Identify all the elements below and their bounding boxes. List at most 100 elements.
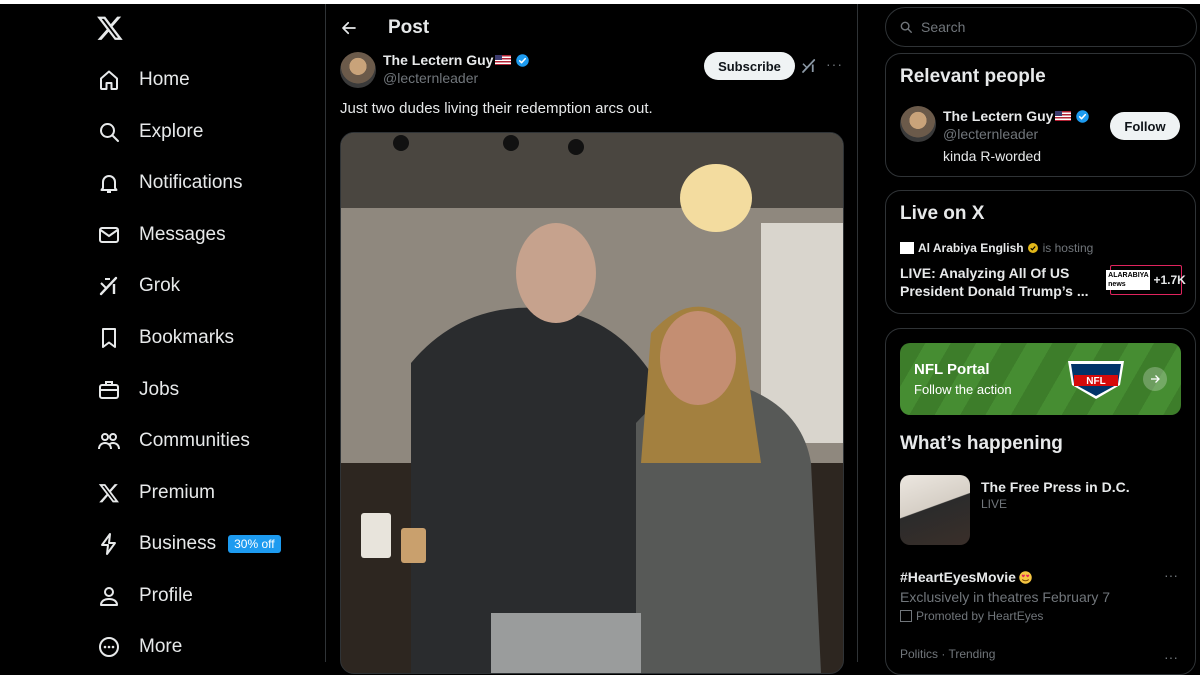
divider [857, 4, 858, 662]
person-name[interactable]: The Lectern Guy [943, 108, 1053, 124]
nav-label: Home [139, 69, 190, 90]
host-avatar-icon [900, 242, 914, 254]
nav-label: Profile [139, 585, 193, 606]
author-handle[interactable]: @lecternleader [383, 70, 530, 86]
nav-bookmarks[interactable]: Bookmarks [96, 318, 234, 358]
discount-badge: 30% off [228, 535, 281, 553]
more-options-icon[interactable]: ··· [1164, 649, 1178, 665]
person-info[interactable]: The Lectern Guy @lecternleader kinda R-w… [943, 108, 1090, 164]
nav-home[interactable]: Home [96, 60, 190, 100]
divider [325, 4, 326, 662]
channel-logo: ALARABIYA news [1106, 270, 1151, 290]
nav-label: Bookmarks [139, 327, 235, 348]
search-icon [96, 119, 122, 145]
search-input[interactable] [919, 18, 1183, 36]
verified-badge-icon [1075, 109, 1090, 124]
listener-count[interactable]: ALARABIYA news +1.7K [1106, 265, 1186, 295]
nav-messages[interactable]: Messages [96, 215, 226, 255]
nav-grok[interactable]: Grok [96, 266, 180, 306]
promoted-icon [900, 610, 912, 622]
post-image[interactable] [340, 132, 844, 674]
event-thumbnail[interactable] [900, 475, 970, 545]
back-arrow-icon[interactable] [340, 19, 358, 37]
trending-hashtag[interactable]: #HeartEyesMovie [900, 569, 1033, 585]
nav-communities[interactable]: Communities [96, 421, 250, 461]
nav-label: Messages [139, 224, 226, 245]
author-name[interactable]: The Lectern Guy [383, 52, 493, 68]
person-icon [96, 583, 122, 609]
promoted-text: Promoted by HeartEyes [916, 609, 1044, 623]
person-handle[interactable]: @lecternleader [943, 126, 1090, 142]
live-stream-title[interactable]: LIVE: Analyzing All Of US President Dona… [900, 264, 1100, 300]
bookmark-icon [96, 325, 122, 351]
more-circle-icon [96, 634, 122, 660]
live-on-x-card: Live on X Al Arabiya English is hosting … [885, 190, 1196, 314]
heart-eyes-emoji-icon [1018, 570, 1033, 585]
nav-profile[interactable]: Profile [96, 576, 193, 616]
nfl-portal-banner[interactable]: NFL Portal Follow the action NFL [900, 343, 1181, 415]
nav-label: Grok [139, 275, 181, 296]
hashtag-description: Exclusively in theatres February 7 [900, 589, 1111, 605]
hosting-text: is hosting [1042, 241, 1094, 255]
live-event-status: LIVE [981, 497, 1008, 511]
nav-more[interactable]: More [96, 627, 182, 667]
top-edge [0, 0, 1200, 4]
verified-badge-icon [515, 53, 530, 68]
live-host[interactable]: Al Arabiya English is hosting [900, 241, 1093, 255]
nav-label: Premium [139, 482, 216, 503]
post-author[interactable]: The Lectern Guy @lecternleader [383, 52, 530, 86]
host-name[interactable]: Al Arabiya English [918, 241, 1024, 255]
nfl-logo-text: NFL [1086, 376, 1105, 387]
lightning-icon [96, 531, 122, 557]
avatar[interactable] [900, 106, 936, 142]
nav-premium[interactable]: Premium [96, 473, 215, 513]
briefcase-icon [96, 377, 122, 403]
nav-business[interactable]: Business 30% off [96, 524, 281, 564]
live-event-name[interactable]: The Free Press in D.C. [981, 479, 1130, 495]
nav-label: Jobs [139, 379, 180, 400]
verified-gold-icon [1027, 242, 1039, 254]
card-title: Live on X [900, 203, 985, 224]
more-options-icon[interactable]: ··· [1164, 567, 1178, 583]
arrow-right-icon[interactable] [1143, 367, 1167, 391]
hashtag-text[interactable]: #HeartEyesMovie [900, 569, 1016, 585]
avatar[interactable] [340, 52, 376, 88]
nav-label: Notifications [139, 172, 243, 193]
grok-icon[interactable] [800, 57, 818, 75]
person-bio: kinda R-worded [943, 148, 1042, 164]
nav-label: More [139, 636, 183, 657]
nav-label: Business [139, 533, 217, 554]
post-text: Just two dudes living their redemption a… [340, 100, 653, 117]
envelope-icon [96, 222, 122, 248]
nav-label: Explore [139, 121, 204, 142]
nav-notifications[interactable]: Notifications [96, 163, 243, 203]
page-title: Post [388, 17, 430, 38]
follow-button[interactable]: Follow [1110, 112, 1180, 140]
subscribe-button[interactable]: Subscribe [704, 52, 795, 80]
search-icon [899, 20, 913, 34]
whats-happening-card: NFL Portal Follow the action NFL What’s … [885, 328, 1196, 675]
us-flag-icon [495, 55, 512, 65]
card-title: Relevant people [900, 66, 1046, 87]
nav-explore[interactable]: Explore [96, 112, 203, 152]
more-options-icon[interactable]: ··· [826, 56, 843, 72]
x-logo-icon[interactable] [96, 14, 126, 44]
home-icon [96, 67, 122, 93]
nfl-shield-icon: NFL [1060, 357, 1132, 401]
bell-icon [96, 170, 122, 196]
us-flag-icon [1055, 111, 1072, 121]
nav-jobs[interactable]: Jobs [96, 370, 179, 410]
x-logo-icon [96, 480, 122, 506]
search-box[interactable] [885, 7, 1197, 47]
promoted-label: Promoted by HeartEyes [900, 609, 1043, 623]
nfl-subtitle: Follow the action [914, 382, 1012, 397]
people-icon [96, 428, 122, 454]
nav-label: Communities [139, 430, 250, 451]
card-title: What’s happening [900, 433, 1063, 454]
relevant-people-card: Relevant people The Lectern Guy @lectern… [885, 53, 1196, 177]
grok-icon [96, 273, 122, 299]
trend-category: Politics · Trending [900, 647, 996, 661]
nfl-title: NFL Portal [914, 361, 990, 378]
listener-count-value: +1.7K [1153, 273, 1186, 287]
post-header: Post [340, 14, 429, 42]
